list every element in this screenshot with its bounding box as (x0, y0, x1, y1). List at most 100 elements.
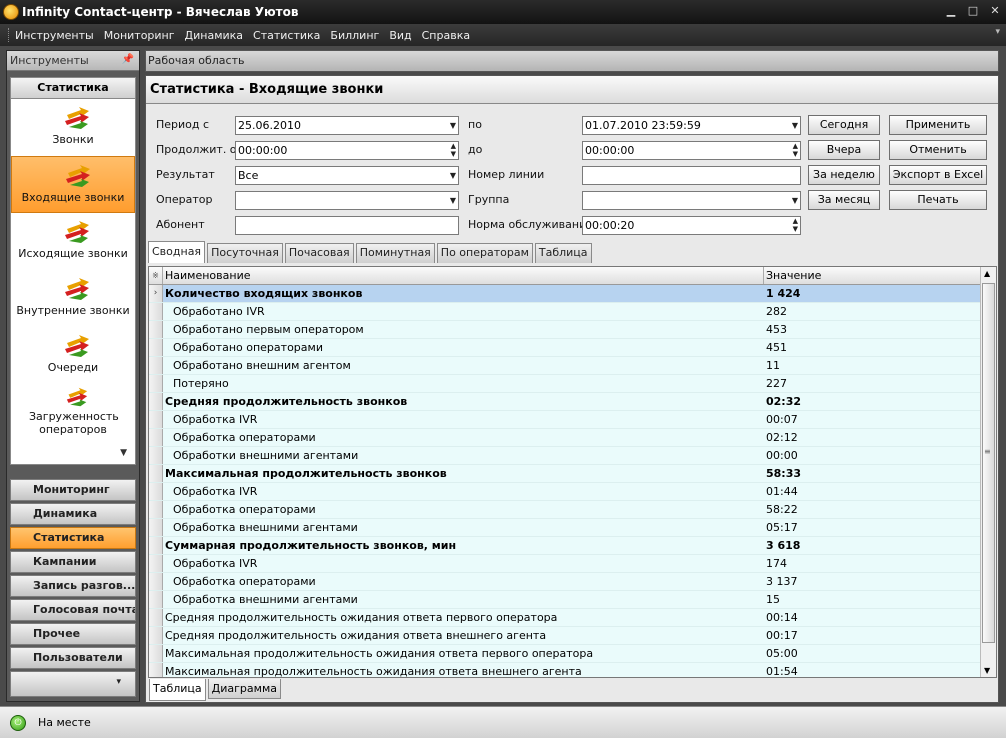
table-row[interactable]: Обработка внешними агентами 05:17 (149, 519, 996, 537)
table-row[interactable]: Обработка операторами 02:12 (149, 429, 996, 447)
spinner-icon[interactable]: ▲ ▼ (793, 142, 798, 158)
scroll-down-icon[interactable]: ▼ (984, 666, 990, 675)
table-row[interactable]: Обработано операторами 451 (149, 339, 996, 357)
month-button[interactable]: За месяц (808, 190, 880, 210)
menu-overflow-icon[interactable]: ▾ (995, 27, 1000, 37)
spinner-icon[interactable]: ▲ ▼ (793, 217, 798, 233)
yesterday-button[interactable]: Вчера (808, 140, 880, 160)
today-button[interactable]: Сегодня (808, 115, 880, 135)
tool-item-internal-calls[interactable]: Внутренние звонки (11, 270, 135, 327)
nav-monitoring[interactable]: Мониторинг (10, 479, 136, 501)
tab-daily[interactable]: Посуточная (207, 243, 283, 263)
column-header-name[interactable]: Наименование (163, 267, 764, 284)
chevron-down-icon[interactable]: ▼ (792, 193, 798, 208)
table-row[interactable]: Обработка операторами 3 137 (149, 573, 996, 591)
table-row[interactable]: Максимальная продолжительность ожидания … (149, 645, 996, 663)
export-excel-button[interactable]: Экспорт в Excel (889, 165, 987, 185)
row-header (149, 501, 163, 518)
nav-users[interactable]: Пользователи (10, 647, 136, 669)
table-row[interactable]: Максимальная продолжительность звонков 58… (149, 465, 996, 483)
table-row[interactable]: Потеряно 227 (149, 375, 996, 393)
grid-scrollbar[interactable]: ▲ ≡ ▼ (980, 267, 996, 677)
tab-table[interactable]: Таблица (534, 243, 592, 263)
menu-tools[interactable]: Инструменты (15, 29, 94, 42)
table-row[interactable]: Обработано первым оператором 453 (149, 321, 996, 339)
tool-item-queues[interactable]: Очереди (11, 327, 135, 384)
presence-status-icon[interactable]: ⏻ (10, 714, 26, 731)
table-row[interactable]: Обработка операторами 58:22 (149, 501, 996, 519)
row-name: Обработка IVR (173, 557, 258, 570)
menu-view[interactable]: Вид (389, 29, 411, 42)
scrollbar-thumb[interactable] (982, 283, 995, 643)
tool-item-calls[interactable]: Звонки (11, 99, 135, 156)
tool-item-operator-load[interactable]: Загруженность операторов (11, 384, 135, 441)
table-row[interactable]: Обработано IVR 282 (149, 303, 996, 321)
row-header (149, 447, 163, 464)
nav-statistics[interactable]: Статистика (10, 527, 136, 549)
tab-minutely[interactable]: Поминутная (355, 243, 435, 263)
work-area-header: Рабочая область (145, 50, 999, 72)
week-button[interactable]: За неделю (808, 165, 880, 185)
spinner-icon[interactable]: ▲ ▼ (451, 142, 456, 158)
table-row[interactable]: Обработка IVR 00:07 (149, 411, 996, 429)
minimize-icon[interactable]: ▁ (944, 4, 958, 18)
tool-item-outgoing-calls[interactable]: Исходящие звонки (11, 213, 135, 270)
menu-monitoring[interactable]: Мониторинг (104, 29, 175, 42)
nav-recordings[interactable]: Запись разгов... (10, 575, 136, 597)
table-row[interactable]: Средняя продолжительность звонков 02:32 (149, 393, 996, 411)
chevron-down-icon[interactable]: ▼ (792, 118, 798, 133)
table-row[interactable]: Обработки внешними агентами 00:00 (149, 447, 996, 465)
menu-help[interactable]: Справка (422, 29, 470, 42)
result-select[interactable]: Все ▼ (235, 166, 459, 185)
subscriber-field[interactable] (235, 216, 459, 235)
scroll-down-icon[interactable]: ▼ (120, 448, 127, 458)
group-select[interactable]: ▼ (582, 191, 801, 210)
maximize-icon[interactable]: □ (966, 4, 980, 18)
table-row[interactable]: › Количество входящих звонков 1 424 (149, 285, 996, 303)
service-norm-field[interactable]: 00:00:20 ▲ ▼ (582, 216, 801, 235)
tab-table-view[interactable]: Таблица (149, 679, 206, 701)
duration-to-field[interactable]: 00:00:00 ▲ ▼ (582, 141, 801, 160)
row-value: 58:22 (766, 503, 798, 516)
period-to-value: 01.07.2010 23:59:59 (585, 119, 701, 132)
row-value: 02:32 (766, 395, 802, 408)
nav-voicemail[interactable]: Голосовая почта (10, 599, 136, 621)
statistics-section-header[interactable]: Статистика (10, 77, 136, 99)
scroll-up-icon[interactable]: ▲ (984, 269, 990, 278)
column-header-value[interactable]: Значение (764, 267, 981, 284)
chevron-down-icon[interactable]: ▼ (450, 118, 456, 133)
table-row[interactable]: Обработано внешним агентом 11 (149, 357, 996, 375)
table-row[interactable]: Суммарная продолжительность звонков, мин… (149, 537, 996, 555)
select-all-icon[interactable]: ※ (149, 267, 163, 284)
nav-campaigns[interactable]: Кампании (10, 551, 136, 573)
chevron-down-icon[interactable]: ▼ (450, 168, 456, 183)
table-row[interactable]: Обработка внешними агентами 15 (149, 591, 996, 609)
menu-dynamics[interactable]: Динамика (185, 29, 244, 42)
table-row[interactable]: Средняя продолжительность ожидания ответ… (149, 627, 996, 645)
cancel-button[interactable]: Отменить (889, 140, 987, 160)
tab-chart-view[interactable]: Диаграмма (207, 679, 281, 699)
print-button[interactable]: Печать (889, 190, 987, 210)
table-row[interactable]: Обработка IVR 174 (149, 555, 996, 573)
menu-billing[interactable]: Биллинг (330, 29, 379, 42)
apply-button[interactable]: Применить (889, 115, 987, 135)
nav-other[interactable]: Прочее (10, 623, 136, 645)
tab-summary[interactable]: Сводная (148, 241, 206, 263)
table-row[interactable]: Средняя продолжительность ожидания ответ… (149, 609, 996, 627)
tool-item-incoming-calls[interactable]: Входящие звонки (11, 156, 135, 213)
duration-from-field[interactable]: 00:00:00 ▲ ▼ (235, 141, 459, 160)
period-from-field[interactable]: 25.06.2010 ▼ (235, 116, 459, 135)
close-icon[interactable]: ✕ (988, 4, 1002, 18)
chevron-down-icon[interactable]: ▼ (450, 193, 456, 208)
table-row[interactable]: Обработка IVR 01:44 (149, 483, 996, 501)
line-field[interactable] (582, 166, 801, 185)
tab-hourly[interactable]: Почасовая (284, 243, 354, 263)
table-row[interactable]: Максимальная продолжительность ожидания … (149, 663, 996, 677)
pin-icon[interactable]: 📌 (122, 54, 134, 65)
nav-more-icon[interactable]: ▾ (10, 671, 136, 697)
operator-select[interactable]: ▼ (235, 191, 459, 210)
tab-by-operators[interactable]: По операторам (436, 243, 533, 263)
nav-dynamics[interactable]: Динамика (10, 503, 136, 525)
period-to-field[interactable]: 01.07.2010 23:59:59 ▼ (582, 116, 801, 135)
menu-statistics[interactable]: Статистика (253, 29, 320, 42)
